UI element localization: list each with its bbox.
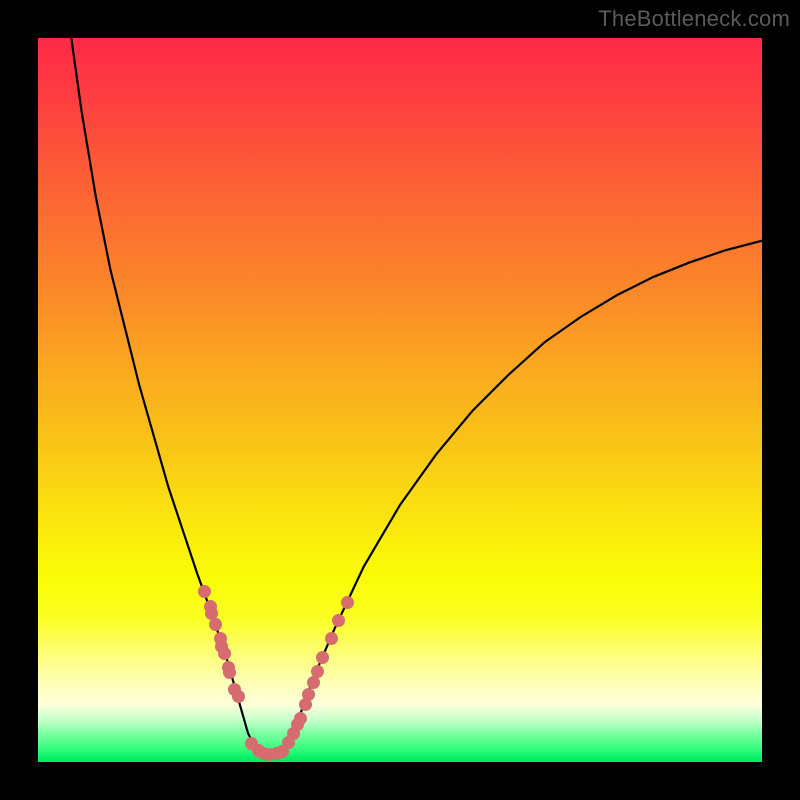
data-point — [311, 665, 324, 678]
data-point — [341, 596, 354, 609]
plot-area — [38, 38, 762, 762]
chart-frame: TheBottleneck.com — [0, 0, 800, 800]
bottleneck-curve — [38, 38, 762, 762]
watermark-text: TheBottleneck.com — [598, 6, 790, 32]
data-point — [294, 712, 307, 725]
data-point — [316, 651, 329, 664]
data-point — [209, 618, 222, 631]
